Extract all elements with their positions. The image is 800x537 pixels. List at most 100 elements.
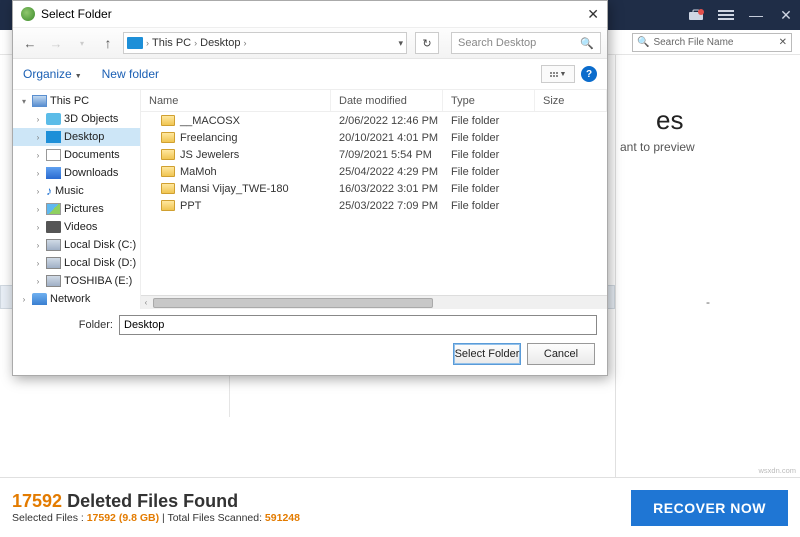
view-mode-button[interactable]: ▼ [541, 65, 575, 83]
folder-icon [161, 183, 175, 194]
folder-icon [161, 166, 175, 177]
file-date: 20/10/2021 4:01 PM [331, 132, 443, 144]
search-placeholder-text: Search File Name [653, 37, 733, 48]
col-date[interactable]: Date modified [331, 90, 443, 111]
tree-downloads[interactable]: ›Downloads [13, 164, 140, 182]
file-row[interactable]: Mansi Vijay_TWE-180 16/03/2022 3:01 PMFil… [141, 180, 607, 197]
organize-menu[interactable]: Organize▼ [23, 67, 82, 81]
file-type: File folder [443, 149, 535, 161]
nav-up-icon[interactable]: ↑ [97, 32, 119, 54]
dialog-title: Select Folder [41, 7, 112, 21]
disk-icon [46, 239, 61, 251]
disk-icon [46, 257, 61, 269]
scan-subline: Selected Files : 17592 (9.8 GB) | Total … [12, 512, 631, 524]
dialog-search-input[interactable]: Search Desktop 🔍 [451, 32, 601, 54]
nav-recent-icon[interactable]: ▾ [71, 32, 93, 54]
chevron-down-icon: ▼ [75, 73, 82, 80]
recover-now-button[interactable]: RECOVER NOW [631, 490, 788, 526]
deleted-count: 17592 [12, 491, 62, 511]
scrollbar-thumb[interactable] [153, 298, 433, 308]
file-date: 2/06/2022 12:46 PM [331, 115, 443, 127]
file-name: PPT [180, 200, 201, 212]
search-icon: 🔍 [637, 37, 649, 48]
dialog-app-icon [21, 7, 35, 21]
preview-message-fragment: ant to preview [616, 136, 800, 154]
menu-icon[interactable] [718, 7, 734, 23]
file-name: Mansi Vijay_TWE-180 [180, 183, 289, 195]
preview-size-value: - [616, 295, 800, 309]
dialog-toolbar: Organize▼ New folder ▼ ? [13, 59, 607, 89]
search-icon: 🔍 [580, 37, 594, 50]
preview-title-fragment: es [616, 55, 800, 136]
file-row[interactable]: __MACOSX2/06/2022 12:46 PMFile folder [141, 112, 607, 129]
folder-name-input[interactable] [119, 315, 597, 335]
chevron-right-icon: › [146, 38, 149, 48]
file-row[interactable]: JS Jewelers7/09/2021 5:54 PMFile folder [141, 146, 607, 163]
select-folder-button[interactable]: Select Folder [453, 343, 521, 365]
col-name[interactable]: Name [141, 90, 331, 111]
app-close-icon[interactable]: ✕ [778, 7, 794, 23]
folder-icon [161, 149, 175, 160]
new-folder-button[interactable]: New folder [102, 67, 159, 81]
help-icon[interactable]: ? [581, 66, 597, 82]
tree-documents[interactable]: ›Documents [13, 146, 140, 164]
dialog-titlebar: Select Folder ✕ [13, 1, 607, 27]
file-type: File folder [443, 200, 535, 212]
folder-label: Folder: [23, 319, 113, 331]
pc-icon [127, 37, 143, 49]
folder-icon [161, 200, 175, 211]
file-name: JS Jewelers [180, 149, 239, 161]
pc-icon [32, 95, 47, 107]
file-type: File folder [443, 132, 535, 144]
tree-3dobjects[interactable]: ›3D Objects [13, 110, 140, 128]
file-row[interactable]: PPT 25/03/2022 7:09 PMFile folder [141, 197, 607, 214]
document-icon [46, 149, 61, 161]
tree-disk-d[interactable]: ›Local Disk (D:) [13, 254, 140, 272]
tree-toshiba[interactable]: ›TOSHIBA (E:) [13, 272, 140, 290]
nav-forward-icon: → [45, 32, 67, 54]
deleted-files-headline: 17592 Deleted Files Found [12, 491, 631, 512]
toolbox-badge-icon[interactable] [688, 7, 704, 23]
file-type: File folder [443, 183, 535, 195]
horizontal-scrollbar[interactable]: ‹ [141, 295, 607, 309]
tree-desktop[interactable]: ›Desktop [13, 128, 140, 146]
tree-pictures[interactable]: ›Pictures [13, 200, 140, 218]
breadcrumb[interactable]: › This PC › Desktop › ▾ [123, 32, 407, 54]
file-row[interactable]: MaMoh25/04/2022 4:29 PMFile folder [141, 163, 607, 180]
watermark: wsxdn.com [758, 466, 796, 475]
col-type[interactable]: Type [443, 90, 535, 111]
refresh-button[interactable]: ↻ [415, 32, 439, 54]
crumb-dropdown-icon[interactable]: ▾ [398, 38, 403, 49]
file-row[interactable]: Freelancing 20/10/2021 4:01 PMFile folder [141, 129, 607, 146]
tree-videos[interactable]: ›Videos [13, 218, 140, 236]
folder-icon [161, 115, 175, 126]
tree-network[interactable]: ›Network [13, 290, 140, 308]
tree-music[interactable]: ›♪Music [13, 182, 140, 200]
folder-icon [161, 132, 175, 143]
network-icon [32, 293, 47, 305]
file-date: 25/04/2022 4:29 PM [331, 166, 443, 178]
preview-pane: es ant to preview - [615, 55, 800, 477]
chevron-down-icon: ▼ [560, 71, 567, 78]
file-name: Freelancing [180, 132, 237, 144]
dialog-nav: ← → ▾ ↑ › This PC › Desktop › ▾ ↻ Search… [13, 27, 607, 59]
app-search-input[interactable]: 🔍 Search File Name ✕ [632, 33, 792, 52]
file-date: 16/03/2022 3:01 PM [331, 183, 443, 195]
file-list-header[interactable]: Name Date modified Type Size [141, 90, 607, 112]
scan-stats: 17592 Deleted Files Found Selected Files… [12, 491, 631, 524]
crumb-desktop[interactable]: Desktop [200, 37, 240, 49]
tree-thispc[interactable]: ▾This PC [13, 92, 140, 110]
file-type: File folder [443, 166, 535, 178]
file-date: 25/03/2022 7:09 PM [331, 200, 443, 212]
crumb-thispc[interactable]: This PC [152, 37, 191, 49]
cancel-button[interactable]: Cancel [527, 343, 595, 365]
nav-back-icon[interactable]: ← [19, 32, 41, 54]
dialog-close-icon[interactable]: ✕ [587, 6, 599, 23]
tree-disk-c[interactable]: ›Local Disk (C:) [13, 236, 140, 254]
folder-tree[interactable]: ▾This PC ›3D Objects ›Desktop ›Documents… [13, 90, 141, 309]
file-name: __MACOSX [180, 115, 240, 127]
clear-search-icon[interactable]: ✕ [779, 37, 787, 48]
col-size[interactable]: Size [535, 90, 607, 111]
minimize-icon[interactable]: — [748, 7, 764, 23]
pictures-icon [46, 203, 61, 215]
